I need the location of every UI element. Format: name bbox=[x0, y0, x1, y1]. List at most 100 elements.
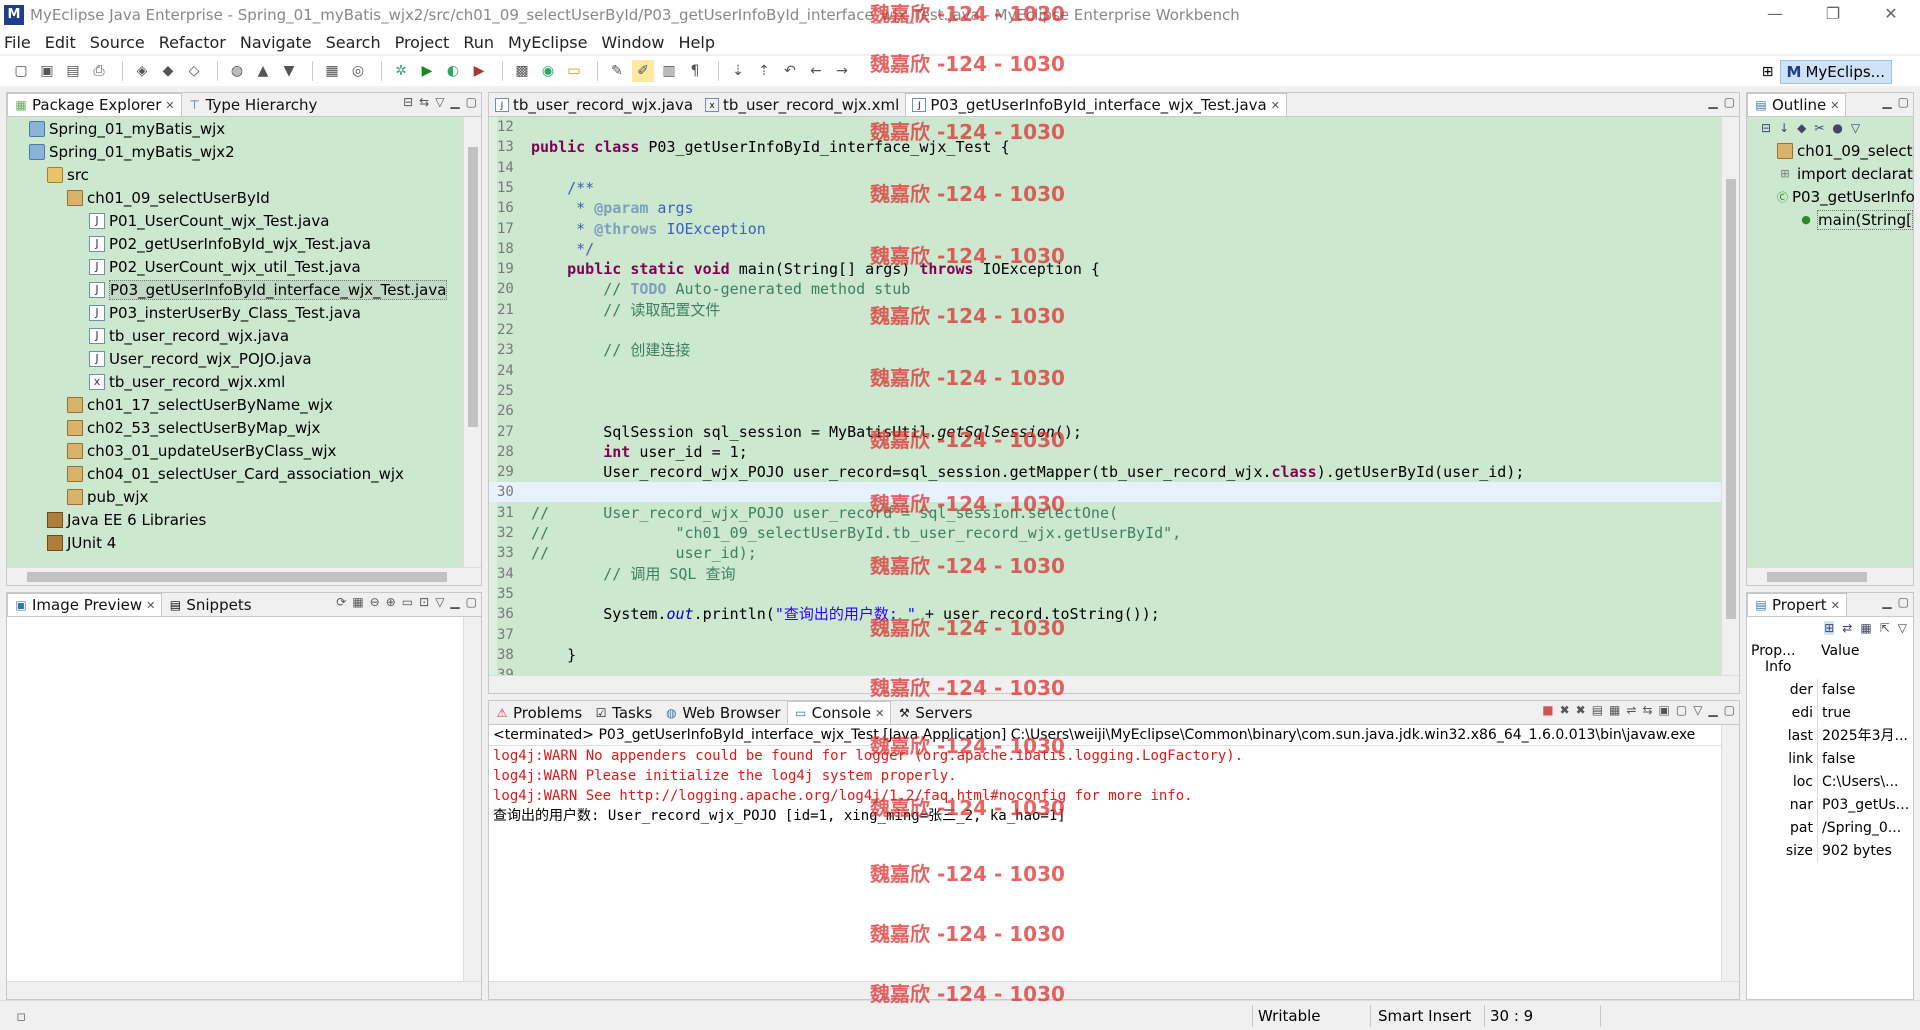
sort-icon[interactable]: ↓ bbox=[1779, 121, 1789, 135]
maximize-view-icon[interactable]: ▢ bbox=[1724, 703, 1735, 717]
code-line[interactable]: 18 */ bbox=[489, 239, 1721, 259]
block-select-icon[interactable]: ▥ bbox=[658, 60, 680, 82]
code-line[interactable]: 20 // TODO Auto-generated method stub bbox=[489, 279, 1721, 299]
code-line[interactable]: 33 // user_id); bbox=[489, 543, 1721, 563]
new-package-icon[interactable]: ▩ bbox=[511, 60, 533, 82]
maximize-view-icon[interactable]: ▢ bbox=[1724, 95, 1735, 109]
menu-run[interactable]: Run bbox=[463, 33, 494, 52]
collapse-all-icon[interactable]: ⊟ bbox=[1761, 121, 1771, 135]
console-vscroll[interactable] bbox=[1721, 725, 1739, 981]
server-icon[interactable]: ▦ bbox=[321, 60, 343, 82]
refresh-icon[interactable]: ⟳ bbox=[336, 595, 346, 609]
show-whitespace-icon[interactable]: ¶ bbox=[684, 60, 706, 82]
tree-item-package[interactable]: ch02_53_selectUserByMap_wjx bbox=[7, 416, 463, 439]
menu-help[interactable]: Help bbox=[679, 33, 715, 52]
menu-edit[interactable]: Edit bbox=[45, 33, 76, 52]
tab-outline[interactable]: ▤ Outline ✕ bbox=[1747, 93, 1847, 116]
fullscreen-icon[interactable]: ⊡ bbox=[419, 595, 429, 609]
save-all-icon[interactable]: ▤ bbox=[62, 60, 84, 82]
next-annotation-icon[interactable]: ⇣ bbox=[727, 60, 749, 82]
run-icon[interactable]: ▶ bbox=[416, 60, 438, 82]
maximize-view-icon[interactable]: ▢ bbox=[466, 595, 477, 609]
outline-hscroll[interactable] bbox=[1747, 567, 1913, 585]
tab-type-hierarchy[interactable]: ⊤ Type Hierarchy bbox=[182, 93, 324, 116]
tree-item-src[interactable]: src bbox=[7, 163, 463, 186]
tree-item-file[interactable]: J User_record_wjx_POJO.java bbox=[7, 347, 463, 370]
mark-occurrences-icon[interactable]: ✐ bbox=[632, 60, 654, 82]
view-menu-icon[interactable]: ▽ bbox=[1851, 121, 1860, 135]
word-wrap-icon[interactable]: ⇌ bbox=[1626, 703, 1636, 717]
minimize-view-icon[interactable]: ▁ bbox=[1882, 95, 1891, 109]
show-advanced-icon[interactable]: ⇄ bbox=[1842, 621, 1852, 635]
print-icon[interactable]: ⎙ bbox=[88, 60, 110, 82]
tree-item-file[interactable]: J P02_getUserInfoById_wjx_Test.java bbox=[7, 232, 463, 255]
close-icon[interactable]: ✕ bbox=[1830, 99, 1839, 112]
code-line[interactable]: 16 * @param args bbox=[489, 198, 1721, 218]
web-icon[interactable]: ◍ bbox=[226, 60, 248, 82]
image-preview-vscroll[interactable] bbox=[463, 617, 481, 981]
property-row[interactable]: pat/Spring_0... bbox=[1747, 817, 1913, 840]
hide-static-icon[interactable]: ✂ bbox=[1814, 121, 1824, 135]
tree-item-file[interactable]: J P03_insterUserBy_Class_Test.java bbox=[7, 301, 463, 324]
tree-item-file[interactable]: J P01_UserCount_wjx_Test.java bbox=[7, 209, 463, 232]
zoom-out-icon[interactable]: ⊖ bbox=[370, 595, 380, 609]
browser-icon[interactable]: ◎ bbox=[347, 60, 369, 82]
tab-web-browser[interactable]: ◍ Web Browser bbox=[658, 701, 786, 724]
minimize-view-icon[interactable]: ▁ bbox=[450, 595, 459, 609]
fit-icon[interactable]: ▦ bbox=[352, 595, 363, 609]
link-editor-icon[interactable]: ⇆ bbox=[419, 95, 429, 109]
tab-package-explorer[interactable]: ▦ Package Explorer ✕ bbox=[7, 93, 182, 116]
menu-project[interactable]: Project bbox=[395, 33, 450, 52]
tree-item-project[interactable]: Spring_01_myBatis_wjx bbox=[7, 117, 463, 140]
back-icon[interactable]: ← bbox=[805, 60, 827, 82]
tree-item-file-selected[interactable]: J P03_getUserInfoById_interface_wjx_Test.… bbox=[7, 278, 463, 301]
tree-item-file[interactable]: Jtb_user_record_wjx.java bbox=[7, 324, 463, 347]
manage-icon[interactable]: ▼ bbox=[278, 60, 300, 82]
minimize-view-icon[interactable]: ▁ bbox=[450, 95, 459, 109]
property-row[interactable]: der false bbox=[1747, 679, 1913, 702]
menu-file[interactable]: File bbox=[4, 33, 31, 52]
coverage-icon[interactable]: ◐ bbox=[442, 60, 464, 82]
restore-default-icon[interactable]: ▦ bbox=[1860, 621, 1871, 635]
code-line[interactable]: 13 public class P03_getUserInfoById_inter… bbox=[489, 137, 1721, 157]
open-resource-icon[interactable]: ◇ bbox=[183, 60, 205, 82]
code-line[interactable]: 35 bbox=[489, 584, 1721, 604]
maximize-view-icon[interactable]: ▢ bbox=[466, 95, 477, 109]
property-row[interactable]: loc C:\Users\... bbox=[1747, 771, 1913, 794]
code-line[interactable]: 27 SqlSession sql_session = MyBatisUtil.… bbox=[489, 422, 1721, 442]
new-icon[interactable]: ▢ bbox=[10, 60, 32, 82]
editor-tab[interactable]: J tb_user_record_wjx.java bbox=[489, 93, 699, 116]
close-icon[interactable]: ✕ bbox=[146, 599, 155, 612]
prev-annotation-icon[interactable]: ⇡ bbox=[753, 60, 775, 82]
property-row[interactable]: size 902 bytes bbox=[1747, 840, 1913, 863]
deploy-icon[interactable]: ▲ bbox=[252, 60, 274, 82]
editor-tab-active[interactable]: J P03_getUserInfoById_interface_wjx_Test… bbox=[905, 93, 1287, 116]
scroll-lock-icon[interactable]: ▤ bbox=[1592, 703, 1603, 717]
view-menu-icon[interactable]: ▽ bbox=[435, 595, 444, 609]
code-line[interactable]: 29 User_record_wjx_POJO user_record=sql_… bbox=[489, 462, 1721, 482]
hide-nonpublic-icon[interactable]: ● bbox=[1832, 121, 1842, 135]
tab-servers[interactable]: ⚒ Servers bbox=[891, 701, 978, 724]
outline-item[interactable]: ch01_09_select bbox=[1747, 139, 1913, 162]
code-line[interactable]: 26 bbox=[489, 401, 1721, 421]
editor-hscroll[interactable] bbox=[489, 675, 1739, 693]
console-hscroll[interactable] bbox=[489, 981, 1739, 999]
code-line[interactable]: 37 bbox=[489, 625, 1721, 645]
pin-console-icon[interactable]: ⇆ bbox=[1642, 703, 1652, 717]
open-console-icon[interactable]: ▣ bbox=[1659, 703, 1670, 717]
annotation-icon[interactable]: ✎ bbox=[606, 60, 628, 82]
maximize-button[interactable]: ❐ bbox=[1804, 0, 1862, 30]
code-line[interactable]: 23 // 创建连接 bbox=[489, 340, 1721, 360]
editor-tab[interactable]: x tb_user_record_wjx.xml bbox=[699, 93, 905, 116]
close-icon[interactable]: ✕ bbox=[1271, 99, 1280, 112]
code-line[interactable]: 22 bbox=[489, 320, 1721, 340]
remove-launch-icon[interactable]: ✖ bbox=[1560, 703, 1570, 717]
image-preview-hscroll[interactable] bbox=[7, 981, 481, 999]
code-line[interactable]: 15 /** bbox=[489, 178, 1721, 198]
code-line[interactable]: 28 int user_id = 1; bbox=[489, 442, 1721, 462]
tree-item-library[interactable]: Java EE 6 Libraries bbox=[7, 508, 463, 531]
maximize-view-icon[interactable]: ▢ bbox=[1898, 95, 1909, 109]
show-categories-icon[interactable]: ⊞ bbox=[1824, 621, 1835, 635]
view-menu-icon[interactable]: ▽ bbox=[1898, 621, 1907, 635]
code-line[interactable]: 17 * @throws IOException bbox=[489, 219, 1721, 239]
